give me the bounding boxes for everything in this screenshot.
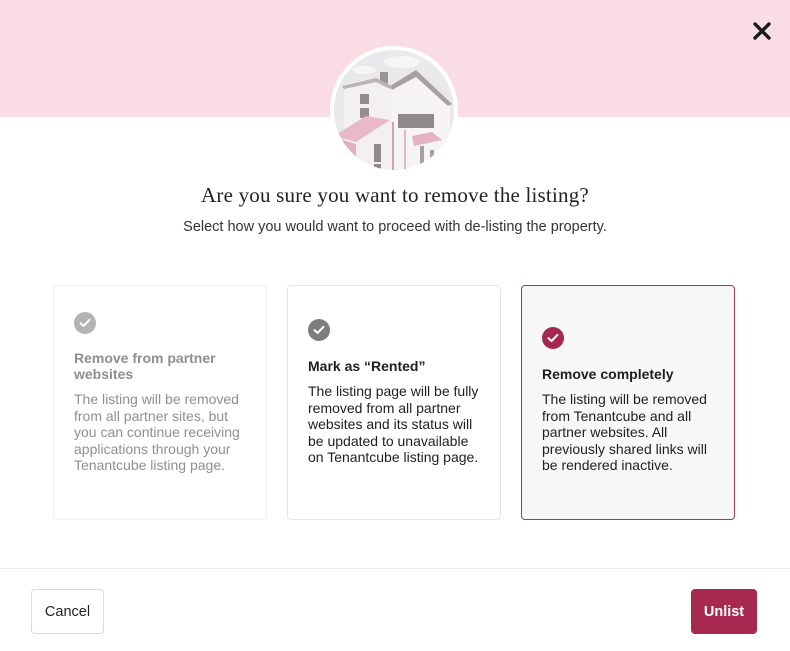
house-avatar	[330, 46, 458, 174]
option-mark-as-rented[interactable]: Mark as “Rented” The listing page will b…	[287, 285, 501, 520]
checkmark-icon	[308, 319, 330, 341]
option-description: The listing page will be fully removed f…	[308, 383, 479, 465]
close-button[interactable]	[749, 18, 775, 44]
footer-divider	[0, 568, 790, 569]
close-icon	[753, 22, 771, 40]
option-title: Remove from partner websites	[74, 350, 216, 382]
unlist-button[interactable]: Unlist	[691, 589, 757, 634]
dialog-subtitle: Select how you would want to proceed wit…	[183, 219, 607, 235]
option-remove-from-partners[interactable]: Remove from partner websites The listing…	[53, 285, 267, 520]
dialog-title: Are you sure you want to remove the list…	[201, 183, 589, 207]
cancel-button[interactable]: Cancel	[31, 589, 104, 634]
checkmark-icon	[74, 312, 96, 334]
option-remove-completely[interactable]: Remove completely The listing will be re…	[521, 285, 735, 520]
house-illustration	[334, 56, 452, 170]
unlist-dialog: Are you sure you want to remove the list…	[0, 0, 790, 651]
option-description: The listing will be removed from all par…	[74, 391, 240, 473]
checkmark-icon	[542, 327, 564, 349]
option-description: The listing will be removed from Tenantc…	[542, 391, 707, 473]
option-title: Remove completely	[542, 366, 674, 382]
option-title: Mark as “Rented”	[308, 358, 426, 374]
